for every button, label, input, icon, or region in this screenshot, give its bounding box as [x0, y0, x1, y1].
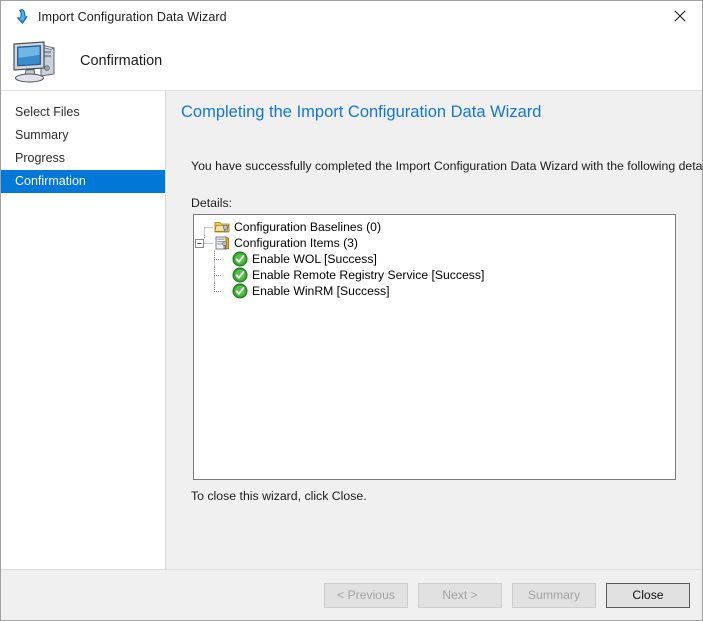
page-title: Completing the Import Configuration Data… [181, 103, 541, 122]
configuration-item-icon [214, 235, 230, 251]
import-arrow-icon [10, 6, 32, 28]
tree-row[interactable]: Enable WinRM [Success] [194, 283, 675, 299]
tree-expander-collapse-icon[interactable] [194, 235, 214, 251]
success-check-icon [232, 251, 248, 267]
title-bar: Import Configuration Data Wizard [1, 1, 702, 32]
tree-connector-icon [194, 283, 232, 299]
wizard-header: Confirmation [1, 32, 702, 91]
close-button[interactable]: Close [606, 583, 690, 608]
success-check-icon [232, 283, 248, 299]
tree-connector-icon [194, 251, 232, 267]
tree-connector-icon [194, 267, 232, 283]
next-button[interactable]: Next > [418, 583, 502, 608]
tree-row-label: Enable Remote Registry Service [Success] [252, 267, 484, 283]
sidebar-item-summary[interactable]: Summary [1, 124, 165, 147]
wizard-window: Import Configuration Data Wizard Confirm… [0, 0, 703, 621]
tree-row-label: Enable WOL [Success] [252, 251, 377, 267]
close-x-glyph [674, 10, 686, 22]
closing-instruction: To close this wizard, click Close. [191, 489, 367, 503]
tree-connector-icon [194, 219, 214, 235]
tree-row[interactable]: Configuration Baselines (0) [194, 219, 675, 235]
tree-row-label: Configuration Items (3) [234, 235, 358, 251]
tree-row[interactable]: Enable WOL [Success] [194, 251, 675, 267]
details-label: Details: [191, 196, 232, 210]
baseline-folder-icon [214, 219, 230, 235]
computer-icon [10, 38, 60, 84]
wizard-footer: < Previous Next > Summary Close [1, 569, 702, 620]
tree-row[interactable]: Configuration Items (3) [194, 235, 675, 251]
details-tree-view[interactable]: Configuration Baselines (0) [193, 214, 676, 480]
previous-button[interactable]: < Previous [324, 583, 408, 608]
sidebar-item-select-files[interactable]: Select Files [1, 101, 165, 124]
header-title: Confirmation [80, 53, 162, 69]
sidebar-item-confirmation[interactable]: Confirmation [1, 170, 165, 193]
summary-button[interactable]: Summary [512, 583, 596, 608]
sidebar-item-progress[interactable]: Progress [1, 147, 165, 170]
tree-row-label: Configuration Baselines (0) [234, 219, 381, 235]
wizard-content: Completing the Import Configuration Data… [166, 91, 702, 569]
tree-row-label: Enable WinRM [Success] [252, 283, 390, 299]
window-title: Import Configuration Data Wizard [38, 10, 227, 24]
close-icon[interactable] [657, 1, 702, 31]
wizard-body: Select Files Summary Progress Confirmati… [1, 91, 702, 569]
tree-row[interactable]: Enable Remote Registry Service [Success] [194, 267, 675, 283]
intro-text: You have successfully completed the Impo… [191, 159, 703, 173]
success-check-icon [232, 267, 248, 283]
wizard-steps-sidebar: Select Files Summary Progress Confirmati… [1, 91, 166, 569]
